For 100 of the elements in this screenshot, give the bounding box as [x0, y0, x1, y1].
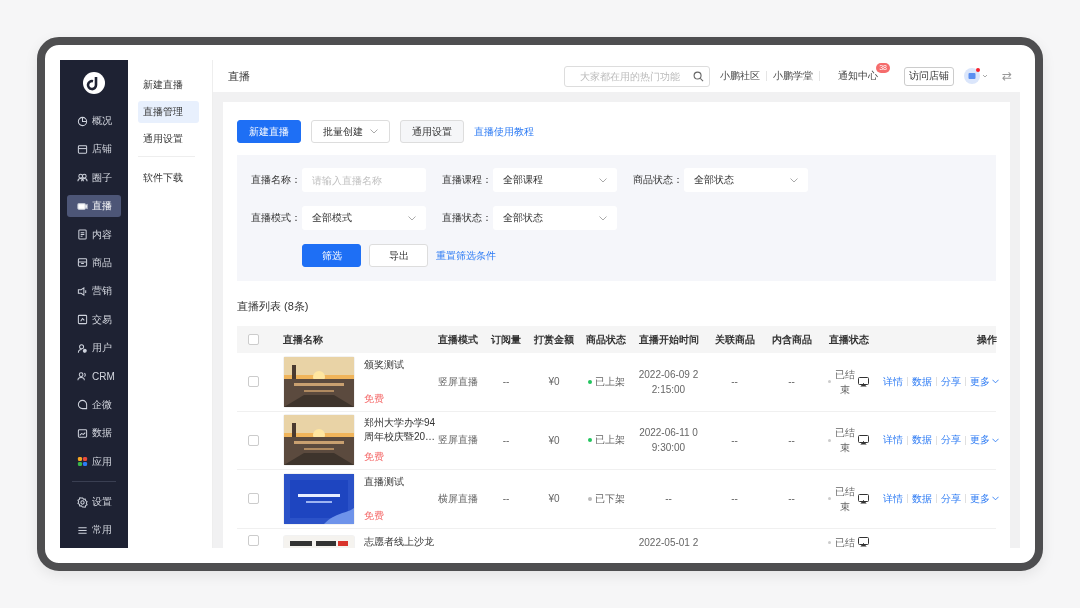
- submenu-item[interactable]: 新建直播: [138, 74, 199, 96]
- table-cell: --: [731, 434, 738, 446]
- sidebar-item[interactable]: 数据: [67, 422, 121, 445]
- table-cell: 已上架: [594, 433, 625, 448]
- notification-link[interactable]: 通知中心: [837, 69, 878, 83]
- submenu-item[interactable]: 软件下载: [138, 167, 199, 189]
- row-checkbox[interactable]: [248, 493, 259, 505]
- table-cell-text: 已结束: [834, 367, 855, 397]
- sidebar-item[interactable]: 应用: [67, 450, 121, 473]
- user-icon: [77, 342, 88, 354]
- pie-chart-icon: [77, 115, 88, 127]
- chart-box-icon: [77, 314, 88, 326]
- list-title: 直播列表 (8条): [237, 299, 310, 314]
- screen-icon[interactable]: [858, 376, 869, 387]
- export-button[interactable]: 导出: [369, 244, 428, 267]
- row-action-link[interactable]: 分享: [941, 374, 961, 389]
- list-icon: [77, 524, 88, 536]
- filter-label: 商品状态：: [633, 173, 684, 187]
- row-action-link[interactable]: 详情: [883, 491, 903, 506]
- filter-label: 直播课程：: [442, 173, 493, 187]
- row-action-link[interactable]: 分享: [941, 433, 961, 448]
- sidebar-item[interactable]: 用户: [67, 337, 121, 360]
- page-title: 直播: [228, 68, 251, 84]
- row-action-link[interactable]: 数据: [912, 491, 932, 506]
- table-cell-text: 已结束: [834, 484, 855, 514]
- column-header: 直播开始时间: [638, 332, 699, 347]
- submenu-item[interactable]: 直播管理: [138, 101, 199, 123]
- price-label: 免费: [364, 450, 384, 465]
- row-checkbox[interactable]: [248, 376, 259, 388]
- general-settings-button[interactable]: 通用设置: [400, 120, 464, 143]
- table-cell: --: [731, 493, 738, 505]
- chevron-down-icon: [992, 437, 999, 443]
- document-icon: [77, 229, 88, 241]
- filter-dropdown[interactable]: 全部模式: [302, 206, 426, 230]
- logo-icon: [83, 72, 105, 94]
- sidebar-item[interactable]: 企微: [67, 393, 121, 416]
- chevron-down-icon: [790, 177, 798, 183]
- submenu-item[interactable]: 通用设置: [138, 128, 199, 150]
- box-icon: [77, 257, 88, 269]
- table-cell: --: [788, 434, 795, 446]
- chevron-down-icon: [599, 177, 607, 183]
- sidebar-item[interactable]: 直播: [67, 195, 121, 218]
- sidebar-item[interactable]: 概况: [67, 110, 121, 132]
- table-cell-text: 已结束: [834, 426, 855, 456]
- line-chart-icon: [77, 427, 88, 439]
- visit-store-button[interactable]: 访问店铺: [903, 66, 954, 86]
- row-action-link[interactable]: 分享: [941, 491, 961, 506]
- filter-dropdown[interactable]: 全部课程: [493, 168, 617, 192]
- sidebar-item[interactable]: 营销: [67, 280, 121, 303]
- table-cell-text: 2022-06-11 09:30:00: [638, 426, 699, 456]
- table-cell: 竖屏直播: [437, 433, 478, 448]
- sidebar-item[interactable]: 常用: [67, 519, 121, 542]
- row-action-link[interactable]: 数据: [912, 374, 932, 389]
- row-checkbox[interactable]: [248, 534, 259, 546]
- header-link[interactable]: 小鹏学堂: [772, 69, 813, 83]
- table-cell: ¥0: [548, 376, 560, 388]
- header-link[interactable]: 小鹏社区: [719, 69, 760, 83]
- table-cell-text: --: [664, 492, 673, 507]
- reset-filters-link[interactable]: 重置筛选条件: [436, 248, 496, 263]
- new-live-button[interactable]: 新建直播: [237, 120, 301, 143]
- tutorial-link[interactable]: 直播使用教程: [474, 124, 534, 139]
- row-action-link[interactable]: 更多: [970, 433, 999, 448]
- row-action-link[interactable]: 详情: [883, 374, 903, 389]
- row-action-link[interactable]: 详情: [883, 433, 903, 448]
- screen-icon[interactable]: [858, 493, 869, 504]
- table-cell: --: [502, 493, 510, 505]
- select-all-checkbox[interactable]: [248, 334, 259, 345]
- price-label: 免费: [364, 391, 384, 406]
- column-header: 直播名称: [283, 332, 323, 347]
- row-checkbox[interactable]: [248, 434, 259, 446]
- sidebar-item[interactable]: 内容: [67, 223, 121, 246]
- avatar-icon[interactable]: [963, 68, 988, 84]
- table-cell: --: [731, 376, 738, 388]
- price-label: 免费: [364, 508, 384, 523]
- live-title: 志愿者线上沙龙: [364, 534, 435, 548]
- chevron-down-icon: [992, 496, 999, 502]
- sidebar-item[interactable]: 设置: [67, 491, 121, 514]
- screen-icon[interactable]: [858, 537, 869, 547]
- row-action-link[interactable]: 更多: [970, 374, 999, 389]
- chevron-down-icon: [599, 215, 607, 221]
- sidebar-item[interactable]: 店铺: [67, 138, 121, 161]
- status-dot: [828, 380, 831, 384]
- sidebar-item[interactable]: 交易: [67, 308, 121, 331]
- filter-dropdown[interactable]: 全部状态: [493, 206, 617, 230]
- row-action-link[interactable]: 更多: [970, 491, 999, 506]
- column-header: 打赏金额: [534, 332, 574, 347]
- filter-label: 直播状态：: [442, 211, 493, 225]
- status-dot: [828, 540, 831, 544]
- store-icon: [77, 143, 88, 155]
- table-cell: --: [502, 376, 510, 388]
- column-header: 操作: [977, 332, 997, 347]
- filter-button[interactable]: 筛选: [302, 244, 361, 267]
- sidebar-item[interactable]: 圈子: [67, 166, 121, 189]
- batch-create-dropdown[interactable]: 批量创建: [311, 120, 390, 143]
- row-action-link[interactable]: 数据: [912, 433, 932, 448]
- sidebar-item[interactable]: 商品: [67, 251, 121, 274]
- screen-icon[interactable]: [858, 435, 869, 446]
- chevron-down-icon: [370, 129, 378, 134]
- sidebar-item[interactable]: CRM: [67, 365, 121, 388]
- filter-dropdown[interactable]: 全部状态: [684, 168, 808, 192]
